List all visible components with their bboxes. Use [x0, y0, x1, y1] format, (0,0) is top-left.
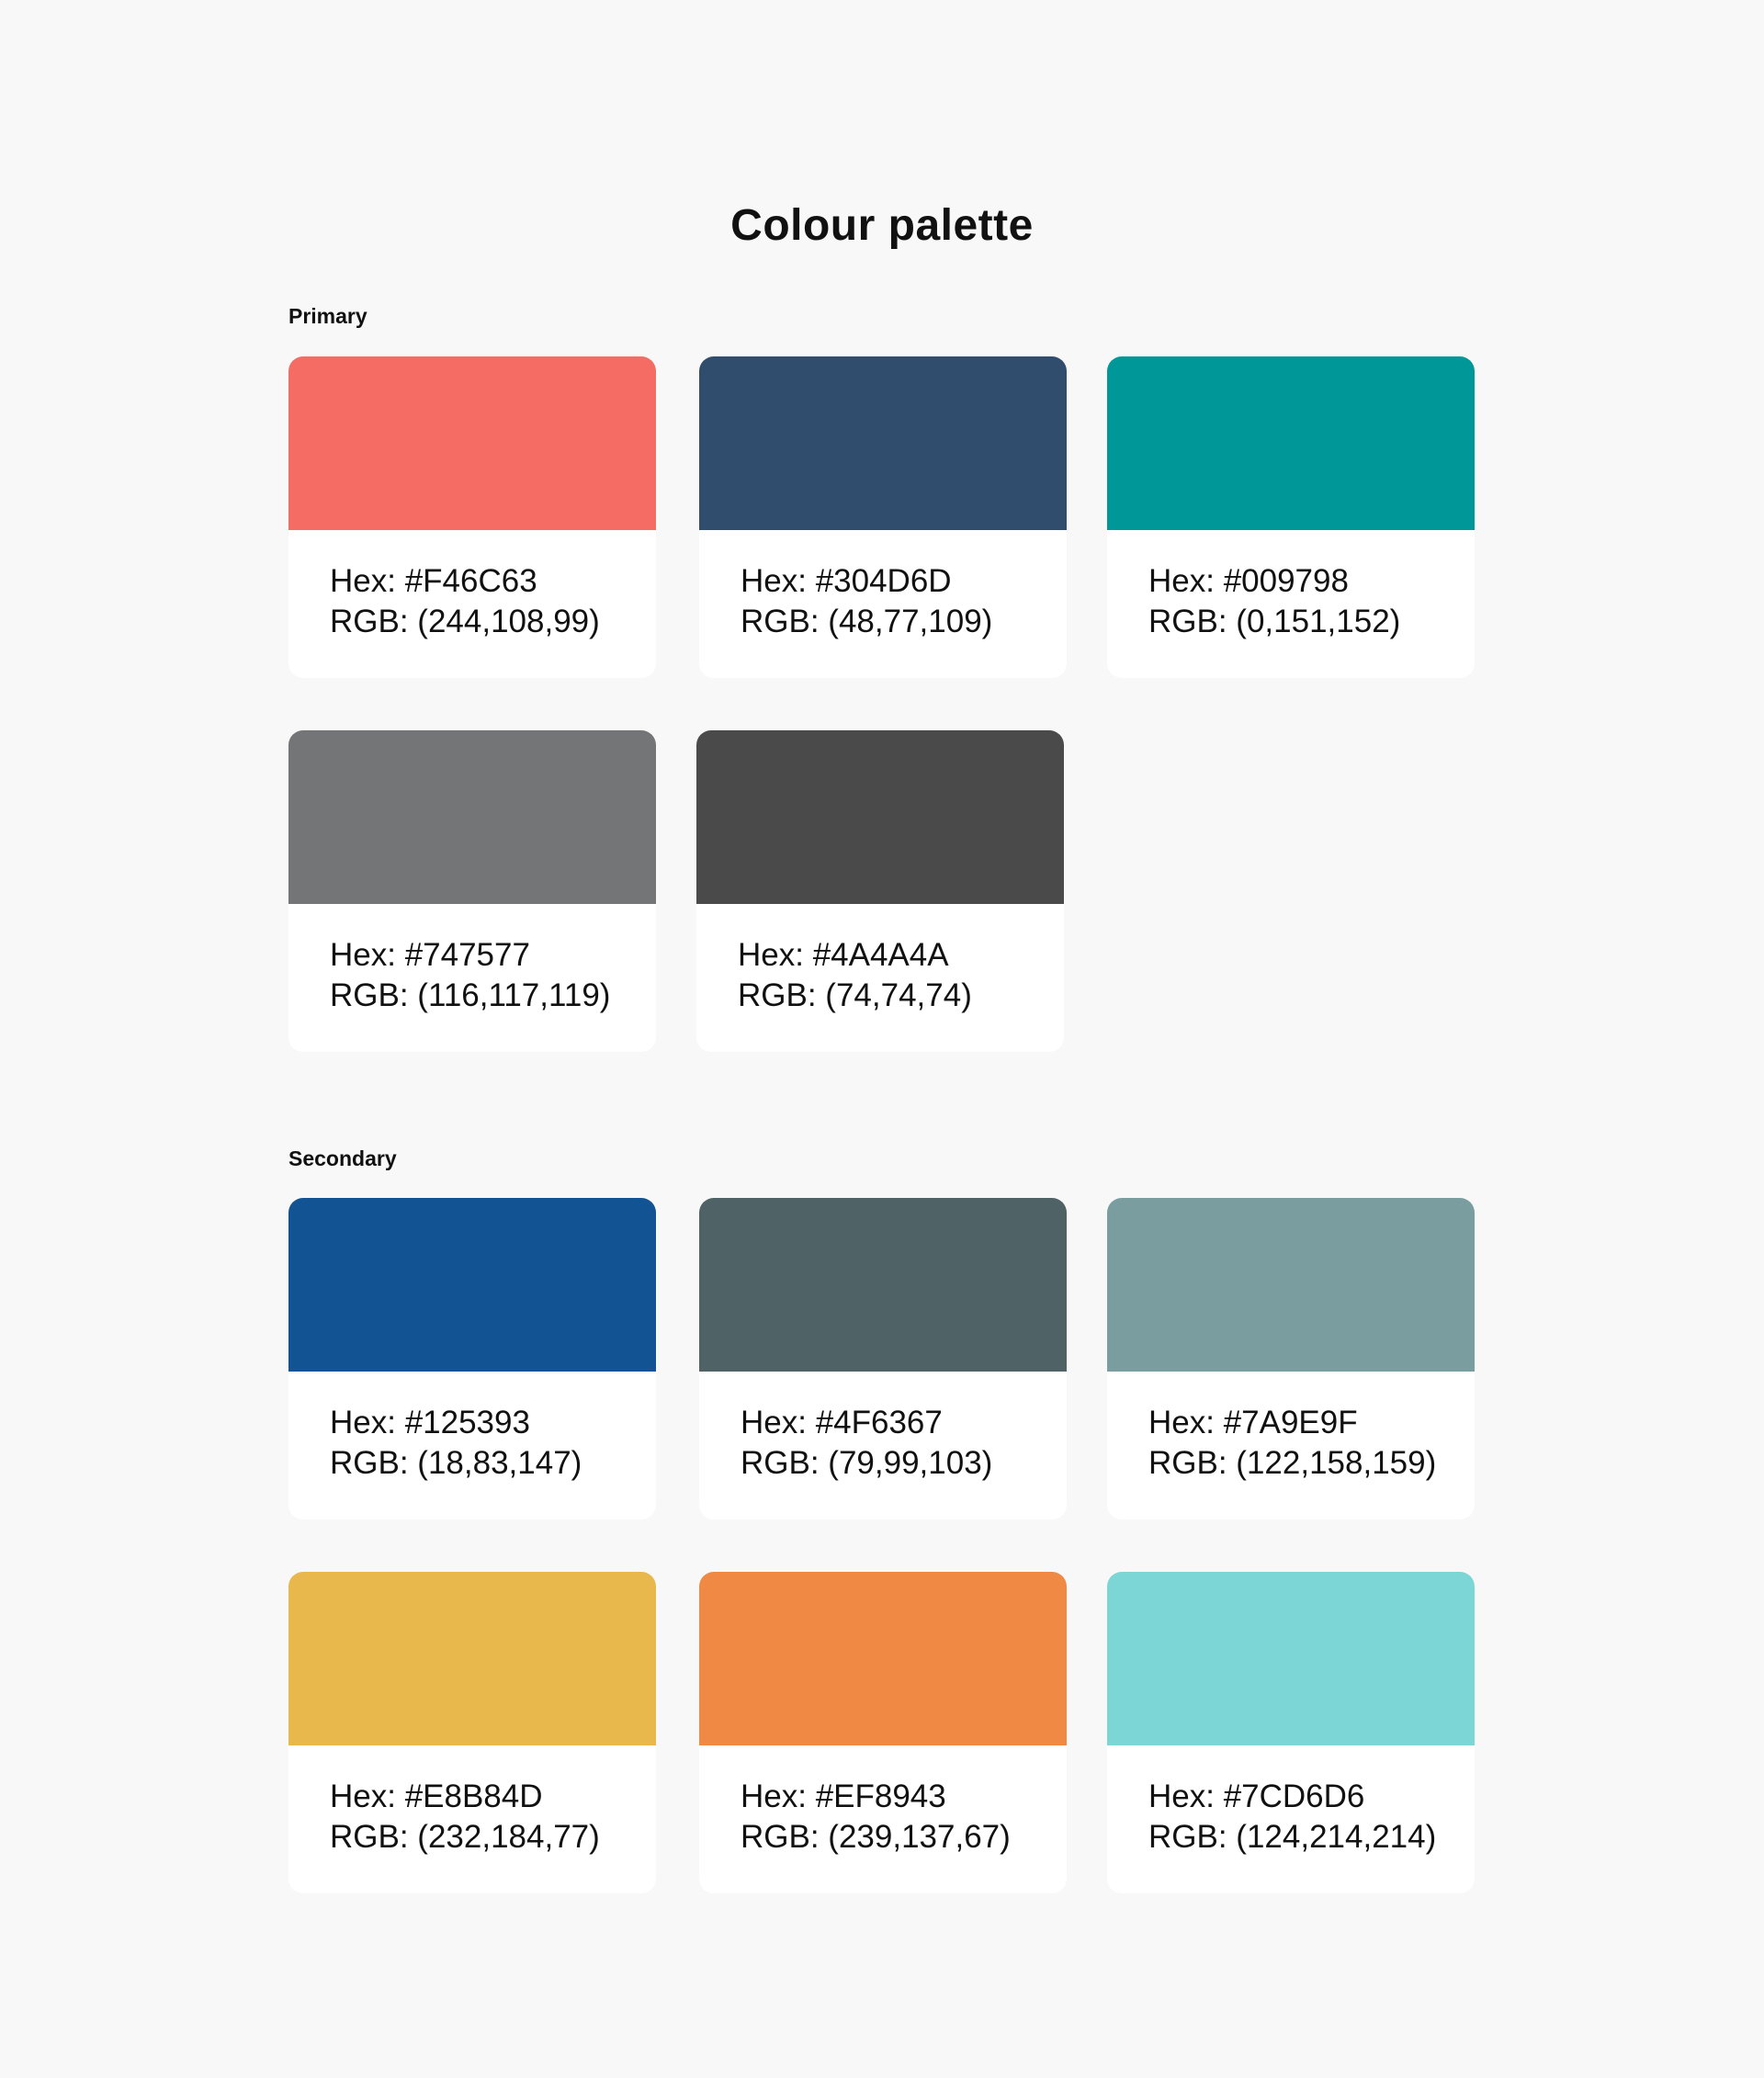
color-swatch [699, 356, 1067, 530]
color-swatch [288, 1572, 656, 1745]
hex-value: Hex: #4F6367 [741, 1405, 943, 1440]
color-swatch [288, 730, 656, 904]
color-card: Hex: #4F6367 RGB: (79,99,103) [699, 1198, 1067, 1519]
color-card: Hex: #304D6D RGB: (48,77,109) [699, 356, 1067, 678]
color-card: Hex: #F46C63 RGB: (244,108,99) [288, 356, 656, 678]
color-swatch [699, 1572, 1067, 1745]
color-card: Hex: #747577 RGB: (116,117,119) [288, 730, 656, 1052]
color-card: Hex: #7A9E9F RGB: (122,158,159) [1107, 1198, 1475, 1519]
hex-value: Hex: #7CD6D6 [1148, 1779, 1365, 1814]
hex-value: Hex: #304D6D [741, 563, 952, 599]
page-title: Colour palette [730, 201, 1034, 250]
color-swatch [696, 730, 1064, 904]
color-swatch [288, 356, 656, 530]
color-swatch [288, 1198, 656, 1372]
rgb-value: RGB: (74,74,74) [738, 977, 972, 1013]
hex-value: Hex: #747577 [330, 937, 530, 973]
section-label-primary: Primary [288, 304, 368, 328]
rgb-value: RGB: (122,158,159) [1148, 1445, 1437, 1481]
rgb-value: RGB: (0,151,152) [1148, 604, 1401, 639]
rgb-value: RGB: (239,137,67) [741, 1819, 1011, 1855]
rgb-value: RGB: (232,184,77) [330, 1819, 600, 1855]
hex-value: Hex: #F46C63 [330, 563, 537, 599]
hex-value: Hex: #EF8943 [741, 1779, 946, 1814]
color-card: Hex: #009798 RGB: (0,151,152) [1107, 356, 1475, 678]
color-card: Hex: #125393 RGB: (18,83,147) [288, 1198, 656, 1519]
rgb-value: RGB: (244,108,99) [330, 604, 600, 639]
rgb-value: RGB: (18,83,147) [330, 1445, 582, 1481]
hex-value: Hex: #125393 [330, 1405, 530, 1440]
color-card: Hex: #4A4A4A RGB: (74,74,74) [696, 730, 1064, 1052]
color-card: Hex: #7CD6D6 RGB: (124,214,214) [1107, 1572, 1475, 1893]
rgb-value: RGB: (116,117,119) [330, 977, 611, 1013]
hex-value: Hex: #E8B84D [330, 1779, 543, 1814]
color-card: Hex: #EF8943 RGB: (239,137,67) [699, 1572, 1067, 1893]
color-swatch [1107, 1572, 1475, 1745]
hex-value: Hex: #4A4A4A [738, 937, 949, 973]
section-label-secondary: Secondary [288, 1146, 397, 1170]
rgb-value: RGB: (48,77,109) [741, 604, 993, 639]
hex-value: Hex: #009798 [1148, 563, 1349, 599]
hex-value: Hex: #7A9E9F [1148, 1405, 1358, 1440]
color-swatch [1107, 1198, 1475, 1372]
rgb-value: RGB: (124,214,214) [1148, 1819, 1437, 1855]
rgb-value: RGB: (79,99,103) [741, 1445, 993, 1481]
color-card: Hex: #E8B84D RGB: (232,184,77) [288, 1572, 656, 1893]
color-swatch [1107, 356, 1475, 530]
color-swatch [699, 1198, 1067, 1372]
